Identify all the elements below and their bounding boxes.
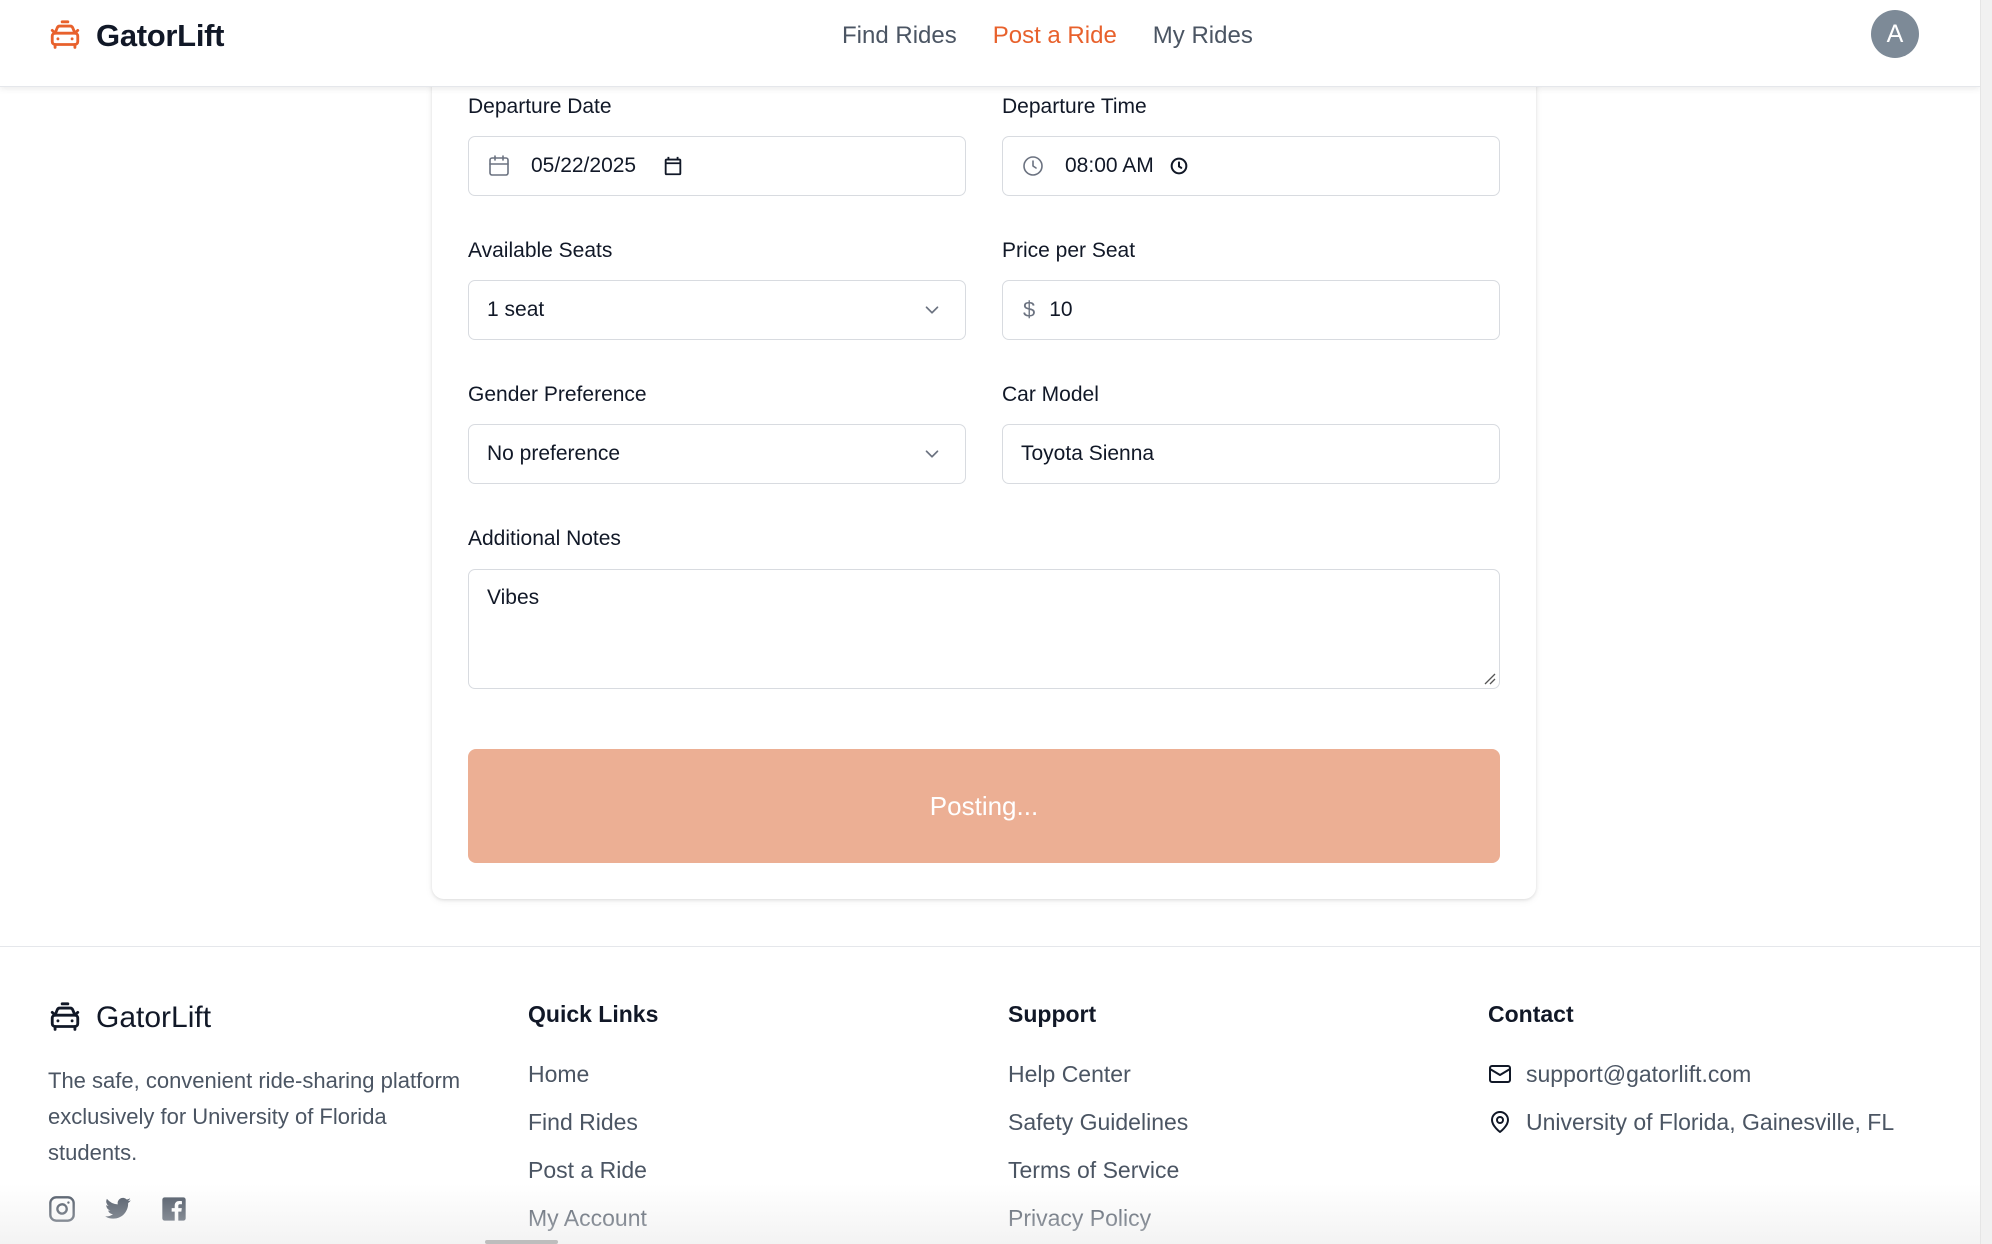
resize-handle-icon[interactable] (1480, 669, 1496, 685)
vertical-scrollbar[interactable] (1980, 0, 1992, 1244)
additional-notes-label: Additional Notes (468, 527, 621, 550)
nav-find-rides[interactable]: Find Rides (842, 22, 957, 50)
quick-links-heading: Quick Links (528, 1001, 659, 1027)
available-seats-select[interactable]: 1 seat (468, 280, 966, 340)
page: GatorLift Find Rides Post a Ride My Ride… (0, 0, 1980, 1244)
footer-brand-name: GatorLift (96, 1001, 212, 1034)
calendar-picker-icon[interactable] (662, 155, 684, 177)
posting-submit-button[interactable]: Posting... (468, 749, 1500, 863)
gender-preference-select[interactable]: No preference (468, 424, 966, 484)
departure-time-input[interactable]: 08:00 AM (1002, 136, 1500, 196)
price-per-seat-value: 10 (1049, 298, 1073, 321)
social-links (48, 1195, 188, 1223)
footer-link-find-rides[interactable]: Find Rides (528, 1098, 658, 1146)
contact-column: Contact support@gatorlift.com University… (1488, 1001, 1894, 1146)
footer-link-terms-of-service[interactable]: Terms of Service (1008, 1146, 1188, 1194)
instagram-icon[interactable] (48, 1195, 76, 1223)
car-icon (50, 1002, 80, 1031)
available-seats-label: Available Seats (468, 239, 613, 262)
contact-email[interactable]: support@gatorlift.com (1526, 1061, 1751, 1088)
quick-links-column: Quick Links Home Find Rides Post a Ride … (528, 1001, 658, 1242)
contact-location: University of Florida, Gainesville, FL (1526, 1108, 1895, 1135)
car-icon (50, 20, 80, 49)
contact-location-row: University of Florida, Gainesville, FL (1488, 1098, 1894, 1146)
map-pin-icon (1491, 1111, 1509, 1133)
brand-logo[interactable]: GatorLift (48, 18, 224, 54)
footer-brand[interactable]: GatorLift (48, 1001, 211, 1035)
available-seats-value: 1 seat (487, 298, 545, 321)
footer-link-safety-guidelines[interactable]: Safety Guidelines (1008, 1098, 1188, 1146)
gender-preference-label: Gender Preference (468, 383, 647, 406)
car-model-label: Car Model (1002, 383, 1099, 406)
departure-time-value: 08:00 AM (1065, 154, 1154, 177)
chevron-down-icon (925, 450, 939, 458)
nav-post-a-ride[interactable]: Post a Ride (993, 22, 1117, 50)
mail-icon (1489, 1065, 1511, 1083)
calendar-icon (489, 155, 509, 176)
chevron-down-icon (925, 306, 939, 314)
car-model-input[interactable]: Toyota Sienna (1002, 424, 1500, 484)
price-per-seat-input[interactable]: $ 10 (1002, 280, 1500, 340)
main-nav: Find Rides Post a Ride My Rides (842, 22, 1253, 50)
top-navbar: GatorLift Find Rides Post a Ride My Ride… (0, 0, 1980, 87)
dollar-sign-icon: $ (1023, 297, 1036, 322)
twitter-icon[interactable] (104, 1195, 132, 1223)
departure-date-value: 05/22/2025 (531, 154, 637, 177)
clock-icon (1023, 156, 1043, 176)
support-column: Support Help Center Safety Guidelines Te… (1008, 1001, 1188, 1242)
departure-time-label: Departure Time (1002, 95, 1147, 118)
footer-description: The safe, convenient ride-sharing platfo… (48, 1068, 461, 1165)
nav-my-rides[interactable]: My Rides (1153, 22, 1253, 50)
price-per-seat-label: Price per Seat (1002, 239, 1136, 262)
support-heading: Support (1008, 1001, 1097, 1027)
contact-email-row[interactable]: support@gatorlift.com (1488, 1050, 1894, 1098)
facebook-icon[interactable] (160, 1195, 188, 1223)
time-picker-icon[interactable] (1168, 155, 1190, 177)
footer-link-home[interactable]: Home (528, 1050, 658, 1098)
footer-link-post-a-ride[interactable]: Post a Ride (528, 1146, 658, 1194)
departure-date-label: Departure Date (468, 95, 612, 118)
bottom-scroll-indicator (485, 1240, 558, 1244)
additional-notes-value: Vibes (487, 586, 540, 609)
additional-notes-textarea[interactable]: Vibes (468, 569, 1500, 689)
brand-name: GatorLift (96, 18, 225, 53)
departure-date-input[interactable]: 05/22/2025 (468, 136, 966, 196)
footer-link-help-center[interactable]: Help Center (1008, 1050, 1188, 1098)
footer-link-my-account[interactable]: My Account (528, 1194, 658, 1242)
car-model-value: Toyota Sienna (1021, 442, 1155, 465)
gender-preference-value: No preference (487, 442, 621, 465)
footer-link-privacy-policy[interactable]: Privacy Policy (1008, 1194, 1188, 1242)
user-avatar[interactable]: A (1871, 10, 1919, 58)
contact-heading: Contact (1488, 1001, 1574, 1027)
footer: GatorLift The safe, convenient ride-shar… (0, 946, 1980, 1244)
